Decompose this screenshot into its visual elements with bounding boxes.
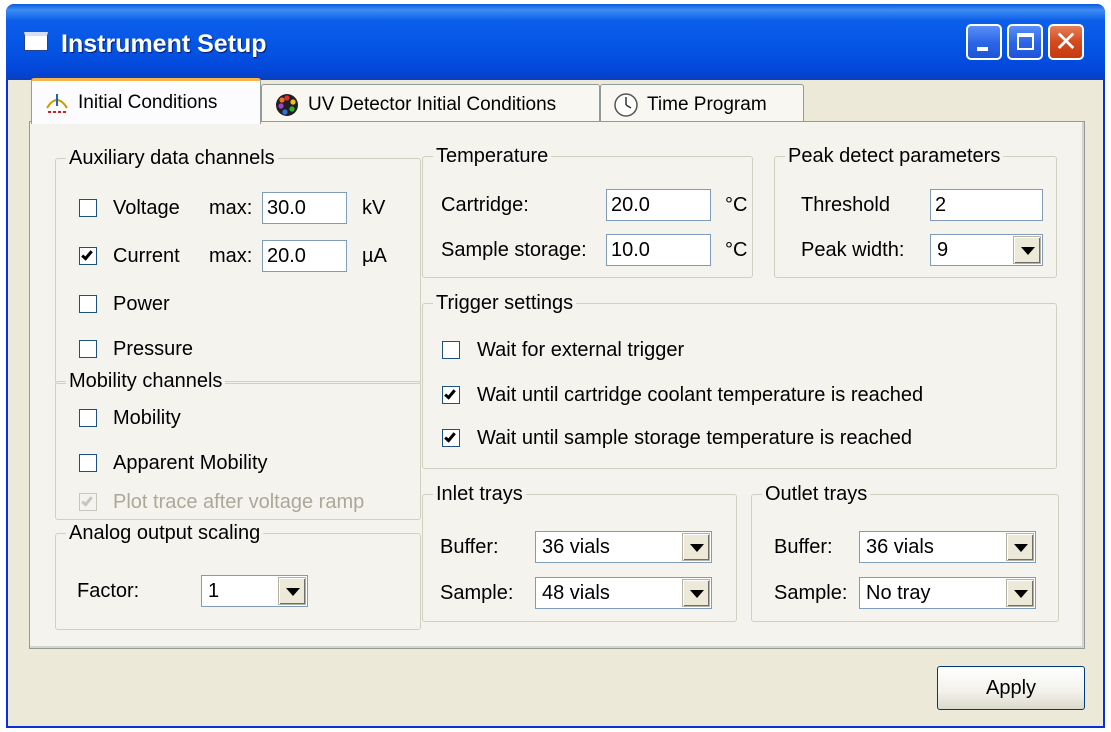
factor-label: Factor: <box>77 580 140 602</box>
maximize-button[interactable] <box>1007 24 1043 60</box>
group-title: Trigger settings <box>433 291 577 315</box>
voltage-checkbox[interactable] <box>79 199 97 217</box>
group-title: Peak detect parameters <box>785 144 1004 168</box>
current-unit: µA <box>362 245 387 267</box>
chevron-down-icon[interactable] <box>682 579 710 607</box>
apparent-mobility-checkbox[interactable] <box>79 454 97 472</box>
power-checkbox[interactable] <box>79 295 97 313</box>
tab-panel-initial-conditions: Auxiliary data channels Voltage max: 30.… <box>29 121 1085 649</box>
voltage-max-input[interactable]: 30.0 <box>262 192 347 224</box>
plot-trace-label: Plot trace after voltage ramp <box>113 491 365 513</box>
current-max-label: max: <box>209 245 253 267</box>
close-icon: ✕ <box>1054 26 1078 57</box>
voltage-label: Voltage <box>113 197 180 219</box>
uv-detector-icon <box>274 92 300 118</box>
group-title: Inlet trays <box>433 482 526 506</box>
checkmark-icon <box>444 387 456 400</box>
group-title: Analog output scaling <box>66 521 264 545</box>
external-trigger-checkbox[interactable] <box>442 341 460 359</box>
group-title: Outlet trays <box>762 482 871 506</box>
plot-trace-checkbox <box>79 493 97 511</box>
cartridge-coolant-checkbox[interactable] <box>442 386 460 404</box>
outlet-sample-label: Sample: <box>774 582 848 604</box>
group-title: Auxiliary data channels <box>66 146 278 170</box>
chevron-down-icon[interactable] <box>1006 579 1034 607</box>
inlet-sample-value: 48 vials <box>542 582 610 604</box>
apply-button[interactable]: Apply <box>937 666 1085 710</box>
voltage-unit: kV <box>362 197 386 219</box>
maximize-icon <box>1017 33 1034 50</box>
trigger-settings-group: Trigger settings Wait for external trigg… <box>422 291 1057 469</box>
minimize-icon <box>977 47 988 51</box>
sample-storage-label: Sample storage: <box>441 239 587 261</box>
window-title: Instrument Setup <box>61 30 267 58</box>
tab-initial-conditions[interactable]: Initial Conditions <box>31 78 261 124</box>
sample-storage-wait-checkbox[interactable] <box>442 429 460 447</box>
threshold-label: Threshold <box>801 194 890 216</box>
mobility-channels-group: Mobility channels Mobility Apparent Mobi… <box>55 369 421 520</box>
current-max-input[interactable]: 20.0 <box>262 240 347 272</box>
tab-uv-detector[interactable]: UV Detector Initial Conditions <box>261 84 600 124</box>
window-icon <box>24 32 48 51</box>
external-trigger-label: Wait for external trigger <box>477 339 685 361</box>
power-label: Power <box>113 293 170 315</box>
title-bar[interactable]: Instrument Setup ✕ <box>6 4 1105 80</box>
auxiliary-channels-group: Auxiliary data channels Voltage max: 30.… <box>55 146 421 384</box>
factor-select[interactable]: 1 <box>201 575 308 607</box>
tab-label: UV Detector Initial Conditions <box>308 93 557 115</box>
apparent-mobility-label: Apparent Mobility <box>113 452 268 474</box>
current-checkbox[interactable] <box>79 247 97 265</box>
outlet-buffer-value: 36 vials <box>866 536 934 558</box>
threshold-input[interactable]: 2 <box>930 189 1043 221</box>
checkmark-icon <box>444 430 456 443</box>
tab-label: Time Program <box>647 93 767 115</box>
mobility-checkbox[interactable] <box>79 409 97 427</box>
inlet-trays-group: Inlet trays Buffer: 36 vials Sample: 48 … <box>422 482 737 622</box>
cartridge-temp-input[interactable]: 20.0 <box>606 189 711 221</box>
sample-storage-unit: °C <box>725 239 748 261</box>
chevron-down-icon[interactable] <box>682 533 710 561</box>
peak-width-select[interactable]: 9 <box>930 234 1043 266</box>
chevron-down-icon[interactable] <box>1013 236 1041 264</box>
inlet-buffer-label: Buffer: <box>440 536 499 558</box>
pressure-label: Pressure <box>113 338 194 360</box>
voltage-max-label: max: <box>209 197 253 219</box>
peak-width-label: Peak width: <box>801 239 905 261</box>
outlet-buffer-select[interactable]: 36 vials <box>859 531 1036 563</box>
clock-icon <box>613 92 639 118</box>
cartridge-unit: °C <box>725 194 748 216</box>
initial-conditions-icon <box>44 90 70 116</box>
outlet-buffer-label: Buffer: <box>774 536 833 558</box>
chevron-down-icon[interactable] <box>1006 533 1034 561</box>
outlet-sample-select[interactable]: No tray <box>859 577 1036 609</box>
group-title: Temperature <box>433 144 552 168</box>
tab-label: Initial Conditions <box>78 91 218 113</box>
checkmark-icon <box>81 248 93 261</box>
mobility-label: Mobility <box>113 407 181 429</box>
sample-storage-temp-input[interactable]: 10.0 <box>606 234 711 266</box>
peak-detect-group: Peak detect parameters Threshold 2 Peak … <box>774 144 1057 278</box>
chevron-down-icon[interactable] <box>278 577 306 605</box>
factor-value: 1 <box>208 580 220 602</box>
sample-storage-wait-label: Wait until sample storage temperature is… <box>477 427 913 449</box>
peak-width-value: 9 <box>937 239 949 261</box>
inlet-buffer-value: 36 vials <box>542 536 610 558</box>
current-label: Current <box>113 245 180 267</box>
temperature-group: Temperature Cartridge: 20.0 °C Sample st… <box>422 144 753 278</box>
analog-output-group: Analog output scaling Factor: 1 <box>55 521 421 630</box>
close-button[interactable]: ✕ <box>1048 24 1084 60</box>
cartridge-coolant-label: Wait until cartridge coolant temperature… <box>477 384 924 406</box>
inlet-buffer-select[interactable]: 36 vials <box>535 531 712 563</box>
tab-time-program[interactable]: Time Program <box>600 84 804 124</box>
group-title: Mobility channels <box>66 369 226 393</box>
checkmark-icon <box>81 494 93 507</box>
cartridge-label: Cartridge: <box>441 194 529 216</box>
inlet-sample-select[interactable]: 48 vials <box>535 577 712 609</box>
inlet-sample-label: Sample: <box>440 582 514 604</box>
outlet-sample-value: No tray <box>866 582 931 604</box>
outlet-trays-group: Outlet trays Buffer: 36 vials Sample: No… <box>751 482 1059 622</box>
minimize-button[interactable] <box>966 24 1002 60</box>
pressure-checkbox[interactable] <box>79 340 97 358</box>
